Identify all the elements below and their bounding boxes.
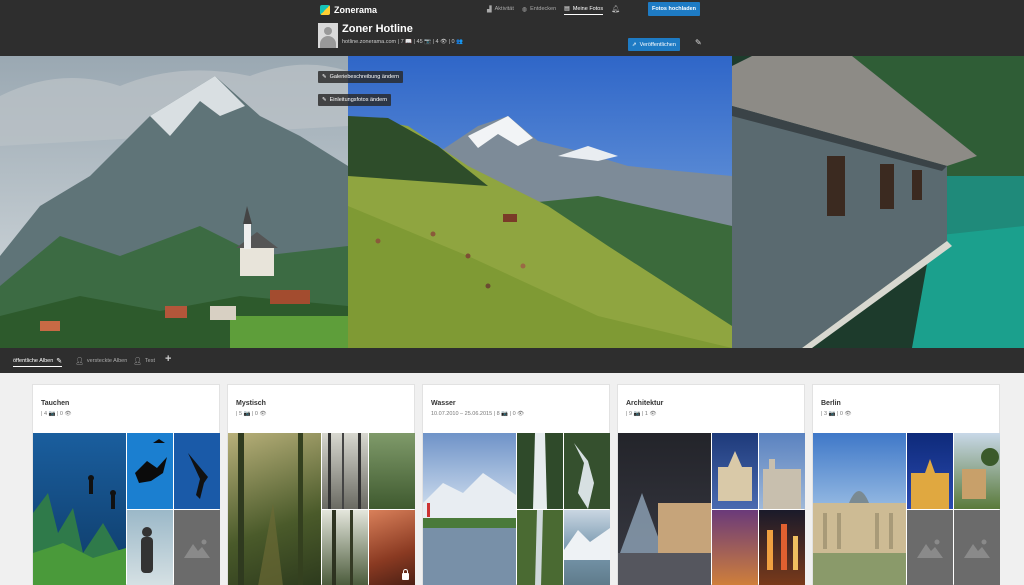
album-title: Architektur — [626, 400, 664, 407]
album-thumbnails — [423, 433, 610, 585]
nav-activity-label: Aktivität — [494, 6, 514, 12]
nav-activity[interactable]: ▟ Aktivität — [487, 3, 514, 15]
album-card-mystisch[interactable]: Mystisch | 5 📷 | 0 👁 — [227, 384, 415, 585]
lock-icon — [402, 569, 409, 580]
image-placeholder-icon — [184, 539, 210, 558]
tab-test[interactable]: 👤︎ Test — [133, 355, 155, 367]
tab-test-label: Test — [144, 358, 155, 364]
photo-placeholder — [174, 510, 220, 585]
album-meta: | 5 📷 | 0 👁 — [236, 411, 267, 417]
photo-thumbnail[interactable] — [228, 433, 321, 585]
image-placeholder-icon — [964, 539, 990, 558]
album-tabs: öffentliche Alben ✎ 👤︎ versteckte Alben … — [0, 348, 1024, 373]
top-bar: Zonerama ▟ Aktivität ◍ Entdecken ▤ Meine… — [0, 0, 1024, 56]
tab-public-albums-label: öffentliche Alben — [13, 357, 54, 364]
album-title: Wasser — [431, 400, 456, 407]
album-card-tauchen[interactable]: Tauchen | 4 📷 | 0 👁 — [32, 384, 220, 585]
tab-hidden-albums[interactable]: 👤︎ versteckte Alben — [75, 355, 127, 367]
upload-photos-button[interactable]: Fotos hochladen — [648, 2, 700, 16]
photo-thumbnail[interactable] — [813, 433, 906, 585]
album-thumbnails — [813, 433, 1000, 585]
album-title: Tauchen — [41, 400, 70, 407]
photo-thumbnail[interactable] — [322, 510, 368, 585]
top-nav: ▟ Aktivität ◍ Entdecken ▤ Meine Fotos 🔔︎ — [487, 3, 620, 15]
gallery-hero: ✎ Galeriebeschreibung ändern ✎ Einleitun… — [0, 56, 1024, 348]
edit-gallery-description-button[interactable]: ✎ Galeriebeschreibung ändern — [318, 71, 404, 83]
nav-my-photos[interactable]: ▤ Meine Fotos — [564, 3, 604, 15]
album-card-berlin[interactable]: Berlin | 3 📷 | 0 👁 — [812, 384, 1000, 585]
tab-hidden-albums-label: versteckte Alben — [86, 358, 128, 364]
photo-thumbnail[interactable] — [618, 433, 711, 585]
nav-discover-label: Entdecken — [530, 6, 557, 12]
album-meta: | 4 📷 | 0 👁 — [41, 411, 72, 417]
photo-thumbnail[interactable] — [564, 510, 610, 585]
photo-thumbnail[interactable] — [127, 510, 173, 585]
photo-thumbnail[interactable] — [423, 433, 516, 585]
photo-thumbnail[interactable] — [127, 433, 173, 509]
share-icon: ⇗ — [632, 41, 637, 48]
album-thumbnails — [618, 433, 805, 585]
photo-thumbnail[interactable] — [322, 433, 368, 509]
nav-discover[interactable]: ◍ Entdecken — [522, 3, 556, 15]
photo-thumbnail-locked[interactable] — [369, 510, 415, 585]
tab-public-albums[interactable]: öffentliche Alben ✎ — [13, 355, 63, 367]
globe-icon: ◍ — [521, 6, 528, 13]
album-card-architektur[interactable]: Architektur | 9 📷 | 1 👁 — [617, 384, 805, 585]
photo-thumbnail[interactable] — [759, 510, 805, 585]
publish-label: Veröffentlichen — [639, 41, 676, 48]
nav-my-photos-label: Meine Fotos — [572, 5, 604, 12]
pencil-icon: ✎ — [322, 97, 327, 103]
photo-thumbnail[interactable] — [369, 433, 415, 509]
user-icon: 👤︎ — [133, 358, 142, 365]
avatar[interactable] — [318, 23, 338, 48]
pencil-icon[interactable]: ✎ — [56, 357, 62, 365]
album-card-wasser[interactable]: Wasser 10.07.2010 – 25.06.2015 | 8 📷 | 0… — [422, 384, 610, 585]
photo-thumbnail[interactable] — [174, 433, 220, 509]
profile-name: Zoner Hotline — [342, 23, 413, 35]
photo-thumbnail[interactable] — [954, 433, 1000, 509]
hero-photo-mountain-village[interactable] — [0, 56, 348, 348]
hero-photo-boathouse[interactable] — [732, 56, 1024, 348]
photo-thumbnail[interactable] — [517, 433, 563, 509]
photo-thumbnail[interactable] — [759, 433, 805, 509]
photo-thumbnail[interactable] — [907, 433, 953, 509]
album-thumbnails — [228, 433, 415, 585]
edit-intro-photos-button[interactable]: ✎ Einleitungsfotos ändern — [318, 94, 392, 106]
pencil-icon: ✎ — [322, 74, 327, 80]
user-icon: 👤︎ — [75, 358, 84, 365]
photo-thumbnail[interactable] — [564, 433, 610, 509]
edit-pencil-icon[interactable]: ✎ — [695, 38, 702, 47]
photo-thumbnail[interactable] — [712, 433, 758, 509]
album-meta: 10.07.2010 – 25.06.2015 | 8 📷 | 0 👁 — [431, 411, 525, 417]
edit-gallery-description-label: Galeriebeschreibung ändern — [329, 74, 400, 80]
photo-thumbnail[interactable] — [33, 433, 126, 585]
add-album-tab-icon[interactable]: + — [165, 353, 171, 365]
photo-placeholder — [954, 510, 1000, 585]
photo-thumbnail[interactable] — [712, 510, 758, 585]
activity-icon: ▟ — [487, 6, 492, 13]
bell-icon[interactable]: 🔔︎ — [611, 5, 620, 13]
profile-header: Zoner Hotline hotline.zonerama.com | 7 📖… — [318, 23, 463, 48]
edit-intro-photos-label: Einleitungsfotos ändern — [329, 97, 388, 103]
profile-stats: hotline.zonerama.com | 7 📖 | 45 📷 | 4 👁 … — [342, 39, 463, 45]
album-title: Mystisch — [236, 400, 266, 407]
publish-button[interactable]: ⇗ Veröffentlichen — [628, 38, 680, 51]
hero-photo-alpine-meadow[interactable] — [348, 56, 732, 348]
photo-thumbnail[interactable] — [517, 510, 563, 585]
album-title: Berlin — [821, 400, 841, 407]
zonerama-logo-icon — [320, 5, 330, 15]
album-thumbnails — [33, 433, 220, 585]
album-meta: | 9 📷 | 1 👁 — [626, 411, 657, 417]
photo-placeholder — [907, 510, 953, 585]
album-meta: | 3 📷 | 0 👁 — [821, 411, 852, 417]
photos-icon: ▤ — [564, 6, 570, 12]
brand-name: Zonerama — [334, 5, 378, 15]
brand[interactable]: Zonerama — [320, 3, 377, 17]
image-placeholder-icon — [917, 539, 943, 558]
